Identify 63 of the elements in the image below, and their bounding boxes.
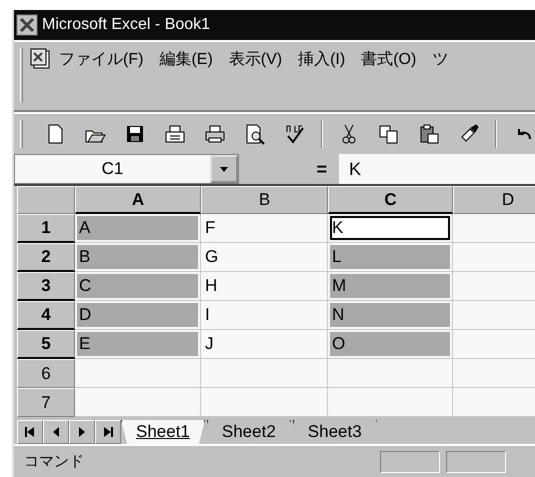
table-cell[interactable]: F bbox=[201, 214, 328, 243]
menu-item[interactable]: 表示(V) bbox=[228, 48, 282, 72]
save-icon bbox=[124, 123, 146, 145]
status-panel bbox=[446, 450, 506, 472]
print-icon bbox=[204, 123, 226, 145]
column-header[interactable]: D bbox=[453, 186, 535, 214]
table-cell[interactable] bbox=[328, 359, 453, 388]
sheet-tab[interactable]: Sheet1 bbox=[121, 420, 205, 444]
row-header[interactable]: 3 bbox=[17, 272, 75, 301]
table-cell[interactable] bbox=[75, 359, 201, 388]
first-icon bbox=[24, 426, 36, 438]
table-cell[interactable]: N bbox=[328, 301, 453, 330]
document-icon bbox=[29, 48, 51, 70]
table-cell[interactable]: G bbox=[201, 243, 328, 272]
next-sheet-button[interactable] bbox=[69, 420, 95, 444]
row-header[interactable]: 7 bbox=[17, 388, 75, 417]
table-cell[interactable]: L bbox=[328, 243, 453, 272]
table-cell[interactable] bbox=[328, 388, 453, 417]
app-icon bbox=[16, 14, 38, 36]
table-cell[interactable]: C bbox=[75, 272, 201, 301]
table-cell[interactable]: D bbox=[75, 301, 201, 330]
name-box[interactable]: C1 bbox=[14, 154, 239, 184]
dropdown-button[interactable] bbox=[210, 155, 238, 183]
status-panel bbox=[380, 450, 440, 472]
menu-item[interactable]: 挿入(I) bbox=[298, 48, 346, 72]
last-icon bbox=[102, 426, 114, 438]
table-cell[interactable]: K bbox=[328, 214, 453, 243]
table-cell[interactable] bbox=[75, 388, 201, 417]
column-header[interactable]: C bbox=[328, 186, 453, 214]
previous-sheet-button[interactable] bbox=[43, 420, 69, 444]
column-header[interactable]: A bbox=[75, 186, 201, 214]
equals-sign: = bbox=[315, 158, 328, 180]
formula-field[interactable]: K bbox=[339, 154, 535, 184]
fax-icon bbox=[164, 123, 186, 145]
row-header[interactable]: 6 bbox=[17, 359, 75, 388]
last-sheet-button[interactable] bbox=[95, 420, 121, 444]
table-cell[interactable] bbox=[201, 388, 328, 417]
menu-item[interactable]: ファイル(F) bbox=[59, 48, 144, 72]
row-header[interactable]: 2 bbox=[17, 243, 75, 272]
status-text: コマンド bbox=[24, 452, 85, 471]
menu-item[interactable]: ツ bbox=[432, 48, 448, 72]
table-cell[interactable]: I bbox=[201, 301, 328, 330]
paste-icon bbox=[418, 123, 440, 145]
table-cell[interactable]: O bbox=[328, 330, 453, 359]
table-cell[interactable]: E bbox=[75, 330, 201, 359]
menu-item[interactable]: 編集(E) bbox=[159, 48, 213, 72]
table-cell[interactable]: A bbox=[75, 214, 201, 243]
menu-item[interactable]: 書式(O) bbox=[361, 48, 416, 72]
column-header[interactable]: B bbox=[201, 186, 328, 214]
row-header[interactable]: 5 bbox=[17, 330, 75, 359]
window-title: Microsoft Excel - Book1 bbox=[42, 16, 210, 34]
select-all-button[interactable] bbox=[17, 186, 75, 214]
table-cell[interactable]: H bbox=[201, 272, 328, 301]
table-cell[interactable] bbox=[201, 359, 328, 388]
print-preview-icon bbox=[244, 123, 266, 145]
spelling-check-icon bbox=[284, 123, 306, 145]
row-header[interactable]: 1 bbox=[17, 214, 75, 243]
table-cell[interactable]: B bbox=[75, 243, 201, 272]
table-cell[interactable]: J bbox=[201, 330, 328, 359]
copy-icon bbox=[378, 123, 400, 145]
row-header[interactable]: 4 bbox=[17, 301, 75, 330]
first-sheet-button[interactable] bbox=[17, 420, 43, 444]
table-cell[interactable]: M bbox=[328, 272, 453, 301]
